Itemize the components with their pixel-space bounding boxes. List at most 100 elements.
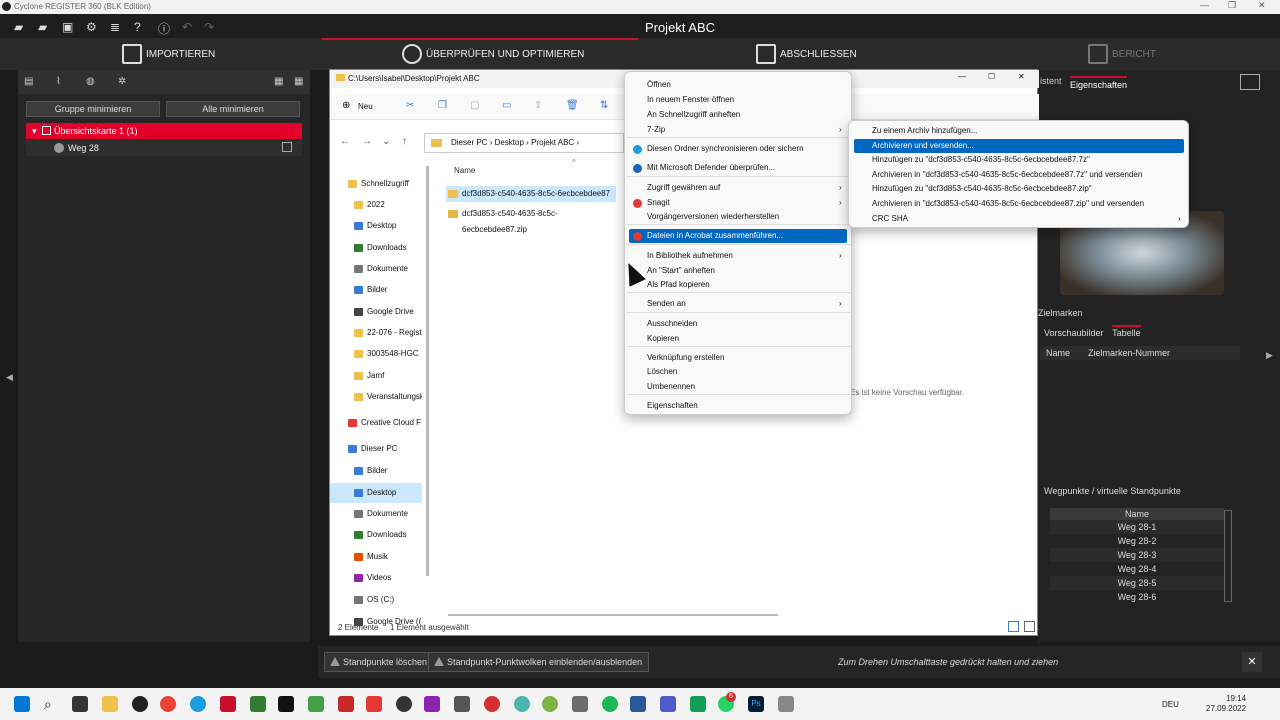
folder-icon[interactable]: ▰ [38, 20, 47, 34]
context-menu-item[interactable]: Umbenennen [647, 380, 695, 394]
nav-item[interactable]: Downloads [330, 238, 422, 258]
nav-item[interactable]: Dokumente [330, 504, 422, 524]
details-view-icon[interactable] [1008, 621, 1019, 632]
context-menu-item[interactable]: In Bibliothek aufnehmen › [647, 249, 842, 263]
nav-item[interactable]: Bilder [330, 461, 422, 481]
new-button[interactable]: Neu [358, 102, 373, 111]
minimize-icon[interactable]: — [958, 72, 966, 81]
app-icon[interactable] [366, 696, 382, 712]
attach-icon[interactable]: ⌇ [56, 76, 61, 87]
app-icon[interactable] [396, 696, 412, 712]
cyclone-icon[interactable] [308, 696, 324, 712]
context-menu-item[interactable]: Eigenschaften [647, 399, 698, 413]
app-icon[interactable] [484, 696, 500, 712]
tree-item-weg28[interactable]: Weg 28 [26, 140, 302, 156]
image-icon[interactable] [282, 142, 292, 152]
forward-icon[interactable]: → [362, 136, 372, 147]
breadcrumb-item[interactable]: Dieser PC [451, 138, 487, 147]
paste-icon[interactable]: ▢ [470, 100, 479, 111]
gear-icon[interactable]: ⚙ [86, 20, 97, 34]
submenu-item[interactable]: Archivieren in "dcf3d853-c540-4635-8c5c-… [872, 197, 1144, 211]
nav-item[interactable]: Veranstaltungsk [330, 387, 422, 407]
app-icon[interactable] [132, 696, 148, 712]
chevron-down-icon[interactable]: ⌄ [382, 136, 390, 147]
scrollbar[interactable] [1224, 510, 1232, 602]
nav-item[interactable]: Dokumente [330, 259, 422, 279]
expand-icon[interactable]: ▾ [32, 123, 37, 139]
nav-item[interactable]: Jamf [330, 366, 422, 386]
language-indicator[interactable]: DEU [1162, 700, 1179, 709]
tab-properties[interactable]: Eigenschaften [1070, 76, 1128, 90]
spotify-icon[interactable] [602, 696, 618, 712]
nav-item[interactable]: Bilder [330, 280, 422, 300]
column-target-number[interactable]: Zielmarken-Nummer [1088, 348, 1170, 358]
all-minimize-button[interactable]: Alle minimieren [166, 101, 300, 117]
submenu-item[interactable]: Hinzufügen zu "dcf3d853-c540-4635-8c5c-6… [872, 153, 1090, 167]
edit-icon[interactable]: ▦ [274, 76, 283, 87]
nav-item[interactable]: Desktop [330, 483, 422, 503]
tiles-view-icon[interactable] [1024, 621, 1035, 632]
database-icon[interactable]: ≣ [110, 20, 120, 34]
edge-icon[interactable] [190, 696, 206, 712]
task-view-icon[interactable] [72, 696, 88, 712]
app-icon[interactable] [690, 696, 706, 712]
tree-item-overview-map[interactable]: ▾ Übersichtskarte 1 (1) [26, 123, 302, 139]
context-menu-item[interactable]: Vorgängerversionen wiederherstellen [647, 210, 779, 224]
share-icon[interactable]: ⇪ [534, 100, 542, 111]
nav-item[interactable]: 22-076 - Regist [330, 323, 422, 343]
blk-icon[interactable] [278, 696, 294, 712]
nav-item[interactable]: Downloads [330, 525, 422, 545]
app-icon[interactable] [778, 696, 794, 712]
context-menu-item[interactable]: Als Pfad kopieren [647, 278, 710, 292]
context-menu-item[interactable]: An "Start" anheften [647, 264, 715, 278]
photoshop-icon[interactable]: Ps [748, 696, 764, 712]
app-icon[interactable] [454, 696, 470, 712]
context-menu-item[interactable]: Dateien in Acrobat zusammenführen... [629, 229, 847, 243]
panel-toggle-icon[interactable] [1240, 74, 1260, 90]
globe-icon[interactable]: ◍ [86, 76, 95, 87]
maximize-icon[interactable]: ☐ [988, 72, 995, 81]
column-name[interactable]: Name [1046, 348, 1070, 358]
undo-icon[interactable]: ↶ [182, 20, 192, 34]
tab-assistant[interactable]: istent [1040, 76, 1062, 86]
delete-stations-button[interactable]: Standpunkte löschen [324, 652, 435, 672]
save-icon[interactable]: ▣ [62, 20, 73, 34]
tab-table[interactable]: Tabelle [1112, 325, 1141, 338]
app-icon[interactable] [338, 696, 354, 712]
close-button[interactable]: ✕ [1242, 652, 1262, 672]
help-icon[interactable]: ? [134, 20, 141, 34]
context-menu-item[interactable]: Zugriff gewähren auf › [647, 181, 842, 195]
redo-icon[interactable]: ↷ [204, 20, 214, 34]
table-row[interactable]: Weg 28-3 [1050, 548, 1224, 562]
context-menu-item[interactable]: Öffnen [647, 78, 671, 92]
cut-icon[interactable]: ✂ [406, 100, 414, 111]
windows-start-icon[interactable] [14, 696, 30, 712]
context-menu-item[interactable]: An Schnellzugriff anheften [647, 108, 740, 122]
group-minimize-button[interactable]: Gruppe minimieren [26, 101, 160, 117]
context-menu-item[interactable]: Ausschneiden [647, 317, 697, 331]
nav-item[interactable]: Desktop [330, 216, 422, 236]
context-menu-item[interactable]: Diesen Ordner synchronisieren oder siche… [647, 142, 804, 156]
column-header-name[interactable]: Name [454, 166, 475, 175]
search-icon[interactable]: ⌕ [44, 696, 60, 712]
submenu-item[interactable]: Archivieren und versenden... [854, 139, 1184, 153]
submenu-item[interactable]: Zu einem Archiv hinzufügen... [872, 124, 977, 138]
minimize-icon[interactable]: — [1200, 0, 1209, 10]
context-menu-item[interactable]: Verknüpfung erstellen [647, 351, 724, 365]
table-row[interactable]: Weg 28-6 [1050, 590, 1224, 604]
close-icon[interactable]: ✕ [1258, 0, 1266, 11]
map-icon[interactable]: ▤ [24, 76, 33, 87]
file-item-folder[interactable]: dcf3d853-c540-4635-8c5c-6ecbcebdee87 [446, 186, 616, 202]
tab-thumbnails[interactable]: Vorschaubilder [1044, 328, 1104, 338]
breadcrumb-item[interactable]: Projekt ABC [531, 138, 574, 147]
nav-item[interactable]: 2022 [330, 195, 422, 215]
settings-icon[interactable]: ✲ [118, 76, 126, 87]
system-clock[interactable]: 19:14 27.09.2022 [1206, 694, 1246, 714]
context-menu-item[interactable]: 7-Zip › [647, 123, 842, 137]
breadcrumb-item[interactable]: Desktop [495, 138, 524, 147]
table-row[interactable]: Weg 28-5 [1050, 576, 1224, 590]
table-row[interactable]: Weg 28-1 [1050, 520, 1224, 534]
edit2-icon[interactable]: ▦ [294, 76, 303, 87]
close-icon[interactable]: ✕ [1018, 72, 1025, 81]
app-icon[interactable] [250, 696, 266, 712]
